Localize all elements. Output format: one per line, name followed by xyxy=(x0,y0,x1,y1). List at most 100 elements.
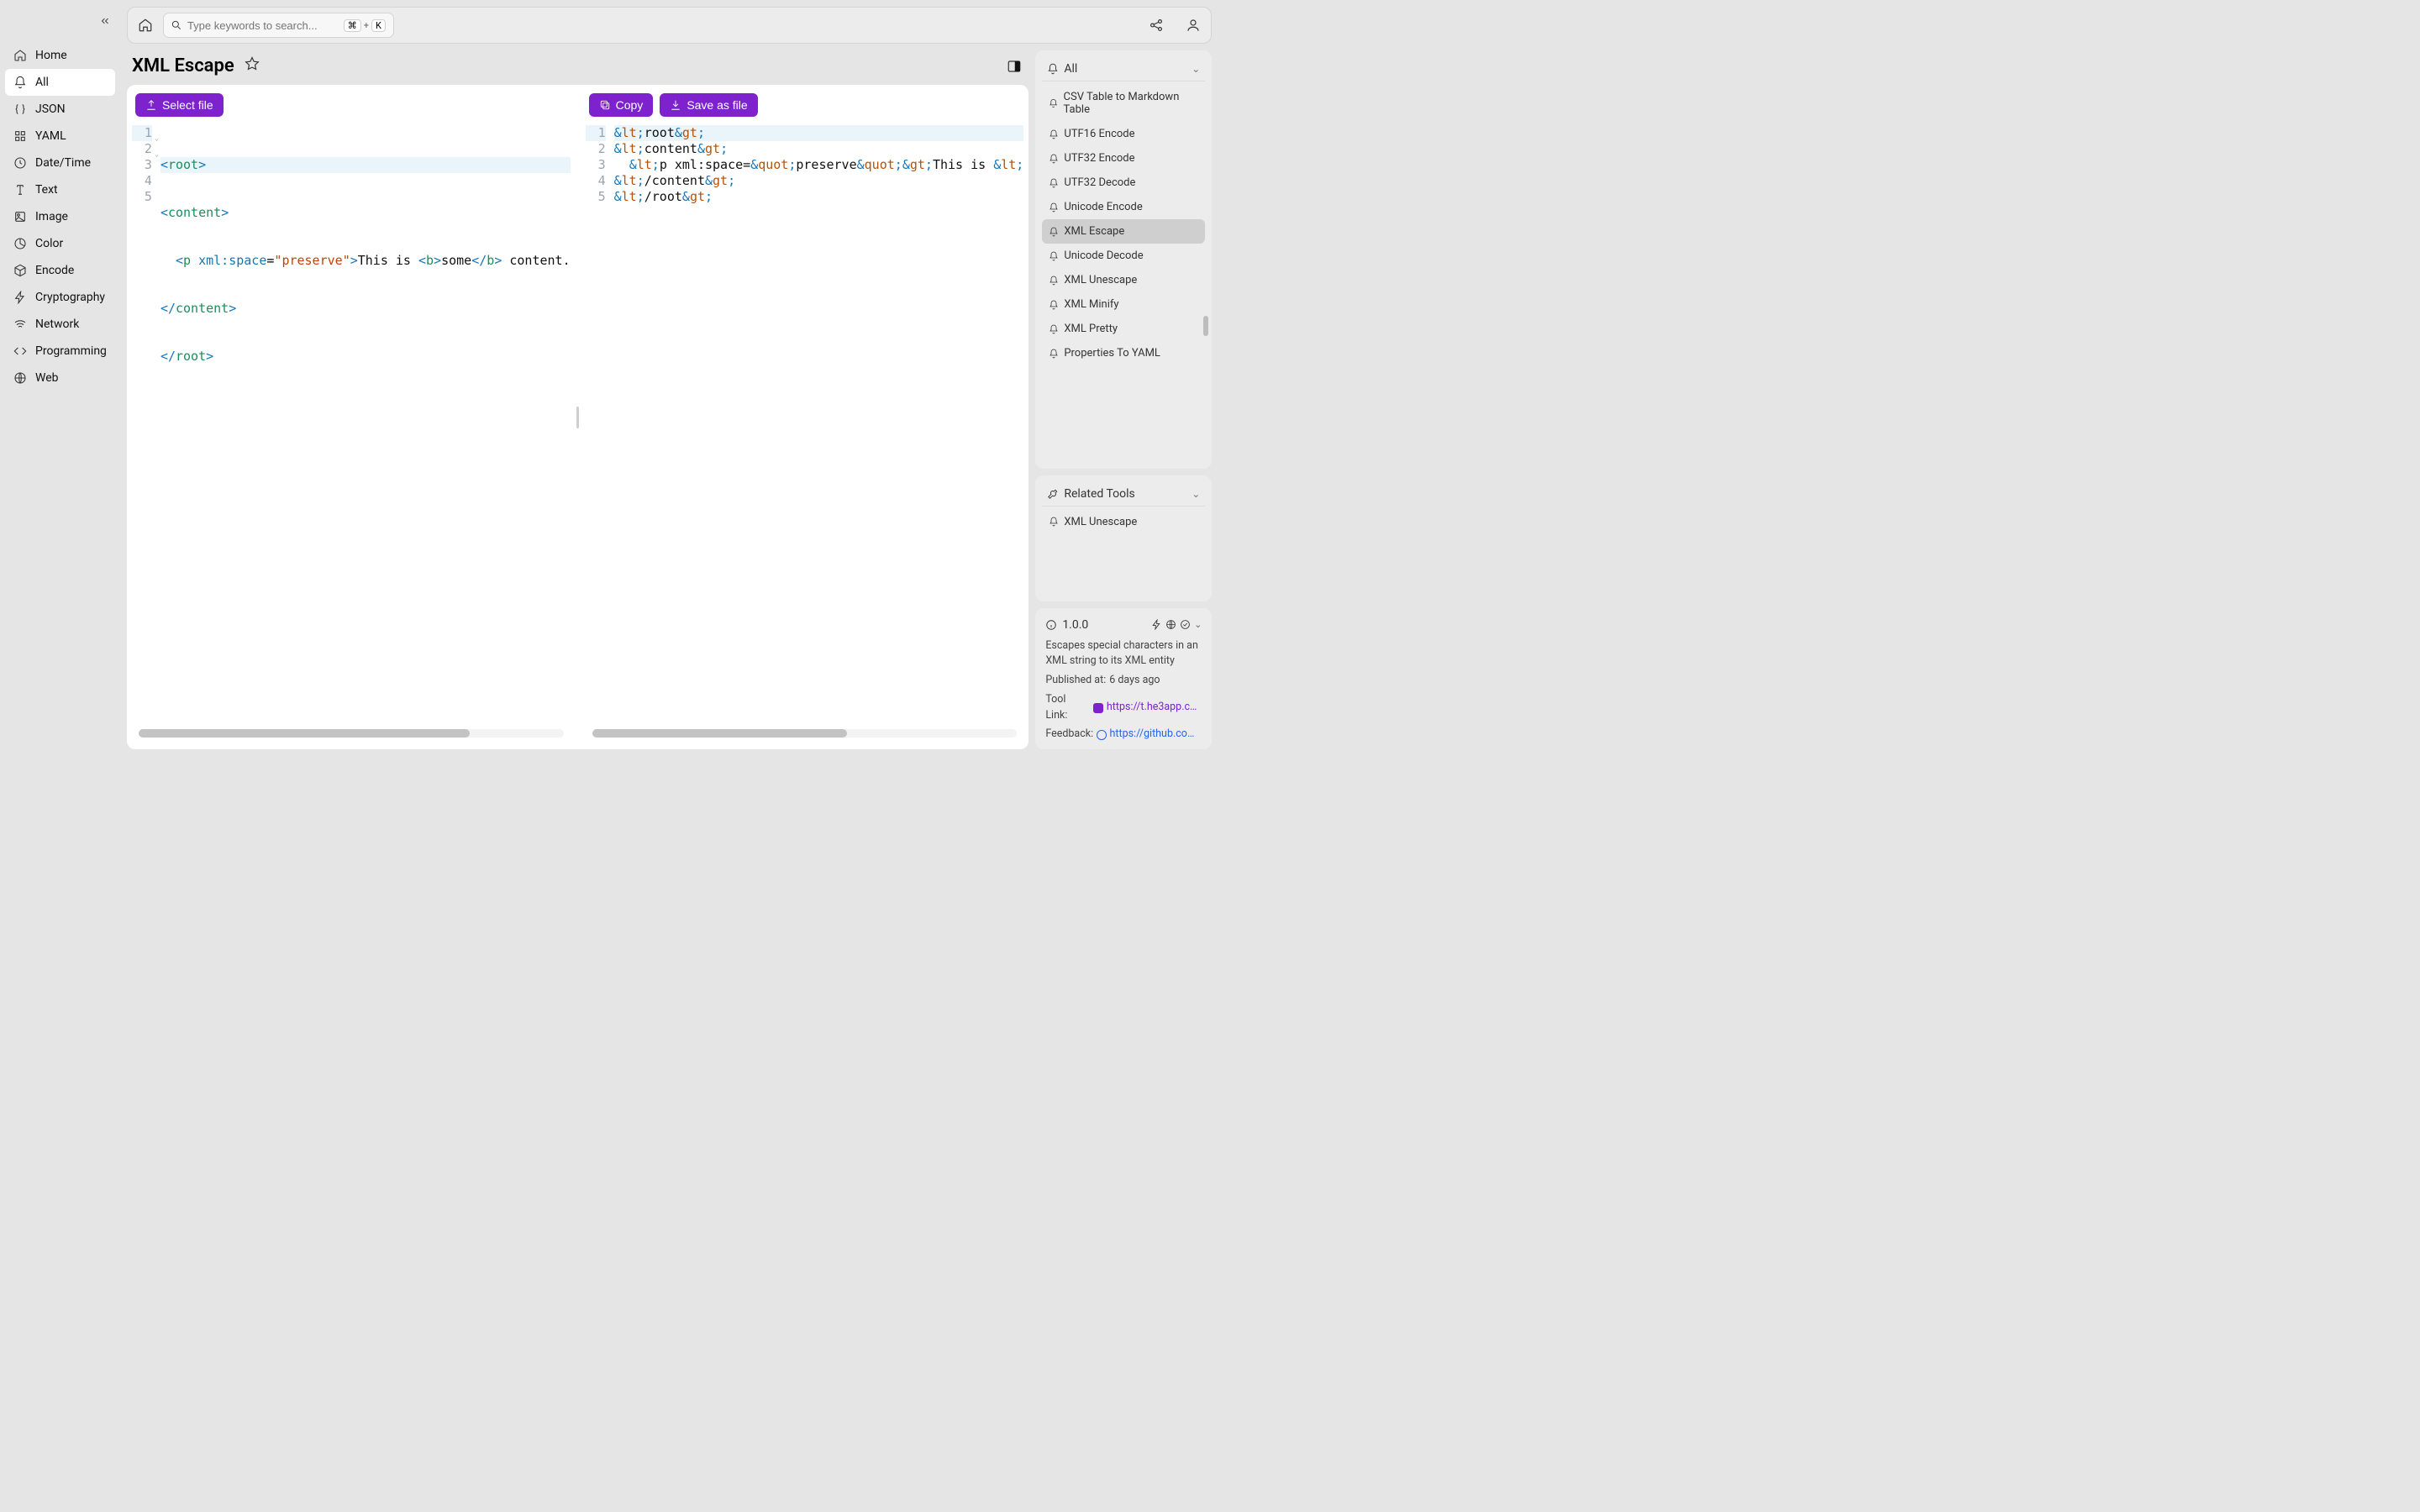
sidebar-item-date-time[interactable]: Date/Time xyxy=(5,150,115,176)
tool-item[interactable]: XML Escape xyxy=(1042,219,1205,244)
output-line: &lt;content&gt; xyxy=(614,141,1024,157)
topbar: ⌘ + K xyxy=(127,7,1212,44)
home-icon xyxy=(13,49,27,62)
share-icon xyxy=(1149,18,1164,33)
tool-icon xyxy=(1047,488,1059,500)
tool-list-scrollbar[interactable] xyxy=(1203,316,1208,336)
sidebar-item-label: Text xyxy=(35,183,58,197)
text-icon xyxy=(13,183,27,197)
tool-item[interactable]: Properties To YAML xyxy=(1042,341,1205,365)
image-icon xyxy=(13,210,27,223)
sidebar-item-cryptography[interactable]: Cryptography xyxy=(5,284,115,311)
input-scrollbar[interactable] xyxy=(139,729,564,738)
sidebar-item-yaml[interactable]: YAML xyxy=(5,123,115,150)
sidebar-item-label: Web xyxy=(35,371,59,385)
tool-item-label: XML Unescape xyxy=(1064,274,1137,286)
bell-icon xyxy=(1049,202,1059,213)
share-button[interactable] xyxy=(1147,16,1165,34)
output-scrollbar[interactable] xyxy=(592,729,1018,738)
sidebar-item-encode[interactable]: Encode xyxy=(5,257,115,284)
tool-list: CSV Table to Markdown TableUTF16 Encode U… xyxy=(1042,85,1205,365)
main: ⌘ + K XML Escape xyxy=(120,0,1218,756)
home-button[interactable] xyxy=(136,16,155,34)
input-code-area[interactable]: 1⌄ 2⌄ 3 4 5 <root> <content> <p xml:spac… xyxy=(132,123,571,729)
tool-link[interactable]: https://t.he3app.co… xyxy=(1107,700,1202,716)
sidebar-item-json[interactable]: JSON xyxy=(5,96,115,123)
input-code[interactable]: <root> <content> <p xml:space="preserve"… xyxy=(157,123,571,729)
sidebar-item-label: Programming xyxy=(35,344,107,358)
tool-item-label: Unicode Encode xyxy=(1064,201,1142,213)
tool-item[interactable]: XML Minify xyxy=(1042,292,1205,317)
user-button[interactable] xyxy=(1184,16,1202,34)
output-line: &lt;/root&gt; xyxy=(614,189,1024,205)
sidebar-item-all[interactable]: All xyxy=(5,69,115,96)
copy-button[interactable]: Copy xyxy=(589,93,654,117)
tool-item[interactable]: UTF32 Decode xyxy=(1042,171,1205,195)
download-icon xyxy=(670,99,681,111)
search-icon xyxy=(171,19,182,31)
sidebar-item-label: Color xyxy=(35,237,63,250)
sidebar-item-label: JSON xyxy=(35,102,66,116)
chevron-double-left-icon xyxy=(99,15,111,27)
bell-icon xyxy=(1049,251,1059,261)
bell-icon xyxy=(1049,154,1059,164)
sidebar-collapse-button[interactable] xyxy=(97,13,113,29)
globe-icon xyxy=(1165,619,1176,630)
search-input[interactable] xyxy=(187,19,343,32)
related-item[interactable]: XML Unescape xyxy=(1042,510,1205,534)
tool-item[interactable]: UTF32 Encode xyxy=(1042,146,1205,171)
box-icon xyxy=(13,264,27,277)
sidebar-item-network[interactable]: Network xyxy=(5,311,115,338)
bell-icon xyxy=(1049,129,1059,139)
sidebar: Home All JSON YAMLDate/Time Text Image Color En… xyxy=(0,0,120,756)
bell-icon xyxy=(1049,276,1059,286)
output-code-area[interactable]: 1 2 3 4 5 &lt;root&gt;&lt;content&gt; &l… xyxy=(586,123,1024,729)
shortcut-key: K xyxy=(371,19,386,32)
grid-icon xyxy=(13,129,27,143)
tool-item-label: UTF32 Encode xyxy=(1064,152,1134,165)
sidebar-item-color[interactable]: Color xyxy=(5,230,115,257)
bell-icon xyxy=(1047,63,1059,75)
panel-toggle-button[interactable] xyxy=(1005,57,1023,76)
clock-icon xyxy=(13,156,27,170)
tool-item[interactable]: XML Pretty xyxy=(1042,317,1205,341)
code-icon xyxy=(13,344,27,358)
sidebar-item-home[interactable]: Home xyxy=(5,42,115,69)
editor-divider[interactable] xyxy=(576,85,581,749)
input-editor: Select file 1⌄ 2⌄ 3 4 5 <root> xyxy=(127,85,576,749)
sidebar-item-web[interactable]: Web xyxy=(5,365,115,391)
save-as-file-button[interactable]: Save as file xyxy=(660,93,757,117)
tool-item[interactable]: CSV Table to Markdown Table xyxy=(1042,85,1205,122)
sidebar-item-image[interactable]: Image xyxy=(5,203,115,230)
tool-item-label: XML Pretty xyxy=(1064,323,1118,335)
bell-icon xyxy=(1049,349,1059,359)
related-tools-label: Related Tools xyxy=(1064,487,1134,501)
right-column: All ⌄ CSV Table to Markdown TableUTF16 E… xyxy=(1035,50,1212,749)
sidebar-item-label: Home xyxy=(35,49,67,62)
bolt-icon xyxy=(13,291,27,304)
globe-icon xyxy=(13,371,27,385)
search-box[interactable]: ⌘ + K xyxy=(163,13,394,38)
tool-item[interactable]: UTF16 Encode xyxy=(1042,122,1205,146)
chevron-down-icon[interactable]: ⌄ xyxy=(1194,619,1202,630)
version-header: 1.0.0 ⌄ xyxy=(1042,615,1205,638)
tool-item-label: UTF32 Decode xyxy=(1064,176,1135,189)
bell-icon xyxy=(1049,517,1059,527)
favorite-button[interactable] xyxy=(245,56,260,76)
tool-item[interactable]: Unicode Encode xyxy=(1042,195,1205,219)
shortcut-plus: + xyxy=(364,20,369,31)
sidebar-item-text[interactable]: Text xyxy=(5,176,115,203)
tool-item[interactable]: Unicode Decode xyxy=(1042,244,1205,268)
output-gutter: 1 2 3 4 5 xyxy=(586,123,611,729)
tool-item[interactable]: XML Unescape xyxy=(1042,268,1205,292)
published-row: Published at: 6 days ago xyxy=(1045,673,1202,689)
select-file-button[interactable]: Select file xyxy=(135,93,224,117)
all-tools-header[interactable]: All ⌄ xyxy=(1042,57,1205,81)
output-code[interactable]: &lt;root&gt;&lt;content&gt; &lt;p xml:sp… xyxy=(611,123,1024,729)
bell-icon xyxy=(1049,227,1059,237)
sidebar-item-programming[interactable]: Programming xyxy=(5,338,115,365)
related-tools-header[interactable]: Related Tools ⌄ xyxy=(1042,482,1205,507)
feedback-link[interactable]: https://github.com/… xyxy=(1110,727,1202,743)
output-line: &lt;/content&gt; xyxy=(614,173,1024,189)
content-row: XML Escape Select file xyxy=(127,50,1212,749)
